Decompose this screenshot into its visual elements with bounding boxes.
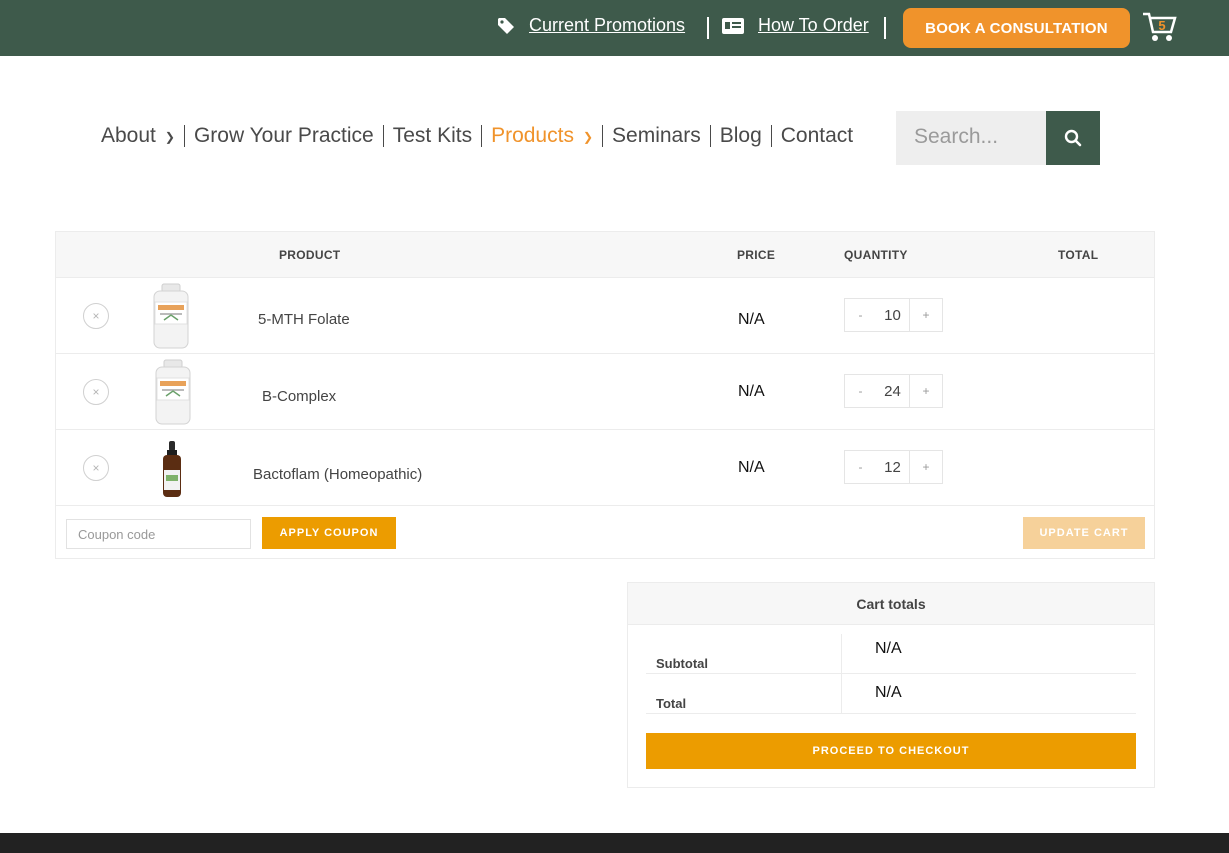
nav-item-contact[interactable]: Contact [781, 124, 853, 148]
main-nav: About ❯ Grow Your Practice Test Kits Pro… [101, 124, 853, 148]
quantity-increase-button[interactable]: + [909, 299, 942, 331]
header-quantity: QUANTITY [844, 248, 908, 262]
divider [841, 674, 842, 714]
cart-totals: Cart totals Subtotal N/A Total N/A PROCE… [627, 582, 1155, 788]
divider [382, 125, 384, 147]
header-price: PRICE [737, 248, 776, 262]
chevron-down-icon: ❯ [582, 130, 594, 144]
top-bar: Current Promotions How To Order BOOK A C… [0, 0, 1229, 56]
cart-count: 5 [1158, 18, 1165, 33]
search-input[interactable]: Search... [896, 111, 1046, 165]
subtotal-row: Subtotal N/A [646, 634, 1136, 674]
divider [602, 125, 604, 147]
product-thumbnail[interactable] [152, 282, 190, 350]
nav-label: About [101, 124, 156, 147]
remove-item-button[interactable]: × [83, 455, 109, 481]
subtotal-label: Subtotal [656, 656, 708, 671]
cart-totals-title: Cart totals [628, 583, 1154, 625]
book-consultation-button[interactable]: BOOK A CONSULTATION [903, 8, 1130, 48]
table-row: × B-Complex N/A - 24 + [56, 353, 1154, 429]
product-thumbnail[interactable] [160, 440, 184, 500]
divider [707, 17, 709, 39]
quantity-decrease-button[interactable]: - [845, 375, 876, 407]
divider [709, 125, 711, 147]
nav-label: Products [491, 124, 574, 147]
id-card-icon [722, 17, 744, 34]
nav-item-seminars[interactable]: Seminars [612, 124, 701, 148]
product-name[interactable]: 5-MTH Folate [258, 311, 350, 328]
update-cart-button[interactable]: UPDATE CART [1023, 517, 1145, 549]
tag-icon [498, 17, 514, 34]
table-row: × 5-MTH Folate N/A - 10 + [56, 277, 1154, 353]
total-row: Total N/A [646, 674, 1136, 714]
total-value: N/A [875, 684, 902, 701]
promotions-label: Current Promotions [529, 15, 686, 35]
quantity-decrease-button[interactable]: - [845, 451, 876, 483]
header-total: TOTAL [1058, 248, 1099, 262]
chevron-down-icon: ❯ [164, 130, 175, 144]
how-to-order-link[interactable]: How To Order [722, 15, 869, 36]
search-button[interactable] [1046, 111, 1100, 165]
divider [841, 634, 842, 674]
cart-table: PRODUCT PRICE QUANTITY TOTAL × 5-MTH Fol… [55, 231, 1155, 559]
promotions-link[interactable]: Current Promotions [497, 15, 685, 36]
subtotal-value: N/A [875, 640, 902, 657]
table-header: PRODUCT PRICE QUANTITY TOTAL [56, 232, 1154, 277]
product-price: N/A [738, 383, 765, 400]
nav-label: Test Kits [392, 124, 473, 147]
proceed-to-checkout-button[interactable]: PROCEED TO CHECKOUT [646, 733, 1136, 769]
nav-label: Grow Your Practice [193, 124, 374, 147]
divider [770, 125, 772, 147]
apply-coupon-button[interactable]: APPLY COUPON [262, 517, 396, 549]
cart-icon[interactable]: 5 [1141, 8, 1179, 44]
total-label: Total [656, 696, 687, 711]
nav-item-grow-your-practice[interactable]: Grow Your Practice [194, 124, 374, 148]
quantity-input[interactable]: 10 [876, 299, 909, 331]
nav-label: Seminars [612, 124, 701, 147]
quantity-decrease-button[interactable]: - [845, 299, 876, 331]
table-row: × Bactoflam (Homeopathic) N/A - 12 + [56, 429, 1154, 505]
quantity-stepper: - 10 + [844, 298, 943, 332]
nav-label: Blog [719, 124, 762, 147]
product-thumbnail[interactable] [154, 358, 192, 426]
quantity-increase-button[interactable]: + [909, 375, 942, 407]
footer [0, 833, 1229, 853]
nav-label: Contact [780, 124, 854, 147]
divider [183, 125, 185, 147]
nav-item-test-kits[interactable]: Test Kits [393, 124, 472, 148]
nav-item-blog[interactable]: Blog [720, 124, 762, 148]
quantity-input[interactable]: 12 [876, 451, 909, 483]
header-product: PRODUCT [279, 248, 341, 262]
divider [884, 17, 886, 39]
product-price: N/A [738, 459, 765, 476]
quantity-increase-button[interactable]: + [909, 451, 942, 483]
product-price: N/A [738, 311, 765, 328]
product-name[interactable]: B-Complex [262, 388, 336, 405]
remove-item-button[interactable]: × [83, 379, 109, 405]
remove-item-button[interactable]: × [83, 303, 109, 329]
search-icon [1064, 129, 1082, 147]
quantity-stepper: - 12 + [844, 450, 943, 484]
divider [481, 125, 483, 147]
coupon-code-input[interactable]: Coupon code [66, 519, 251, 549]
nav-item-about[interactable]: About ❯ [101, 124, 175, 148]
how-to-order-label: How To Order [758, 15, 869, 35]
nav-item-products[interactable]: Products ❯ [491, 124, 593, 148]
product-name[interactable]: Bactoflam (Homeopathic) [253, 466, 422, 483]
quantity-input[interactable]: 24 [876, 375, 909, 407]
quantity-stepper: - 24 + [844, 374, 943, 408]
